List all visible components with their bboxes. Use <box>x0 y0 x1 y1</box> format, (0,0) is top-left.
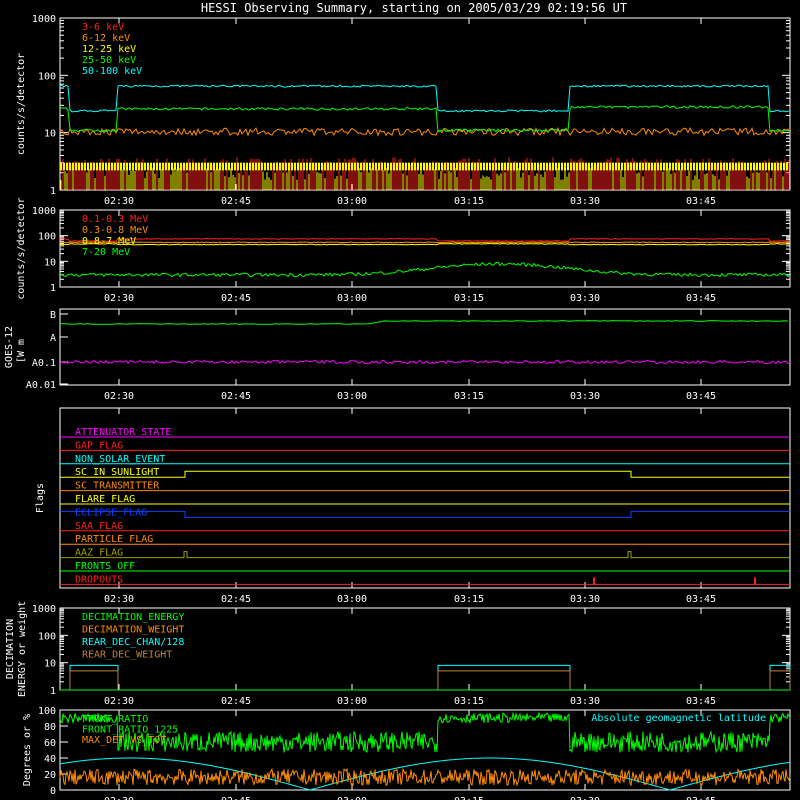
time-tick-label: 02:45 <box>221 391 251 402</box>
time-tick-label: 03:15 <box>454 696 484 707</box>
legend-entry: DECIMATION_ENERGY <box>82 612 184 623</box>
time-tick-label: 03:45 <box>686 391 716 402</box>
time-tick-label: 03:00 <box>337 391 367 402</box>
time-tick-label: 02:45 <box>221 696 251 707</box>
legend-entry: 0.3-0.8 MeV <box>82 225 148 236</box>
flag-label: ATTENUATOR_STATE <box>75 427 171 438</box>
y-tick-label: 10 <box>44 659 56 670</box>
y-tick-label: B <box>50 310 56 321</box>
time-tick-label: 02:30 <box>104 391 134 402</box>
y-axis-label: Degrees or % <box>22 714 33 786</box>
flag-label: SC_TRANSMITTER <box>75 481 160 492</box>
time-tick-label: 03:45 <box>686 696 716 707</box>
time-tick-label: 03:15 <box>454 796 484 800</box>
time-tick-label: 03:15 <box>454 594 484 605</box>
y-axis-label-2: ENERGY or weight <box>17 601 28 697</box>
y-tick-label: A0.1 <box>32 358 56 369</box>
time-tick-label: 03:00 <box>337 594 367 605</box>
legend-entry: DECIMATION_WEIGHT <box>82 625 184 636</box>
flag-label: GAP_FLAG <box>75 440 123 451</box>
time-tick-label: 03:30 <box>570 196 600 207</box>
y-axis-label: Flags <box>35 483 46 513</box>
time-tick-label: 03:00 <box>337 293 367 304</box>
hessi-summary-figure: HESSI Observing Summary, starting on 200… <box>0 0 800 800</box>
flag-label: FLARE_FLAG <box>75 494 135 505</box>
y-tick-label: 1 <box>50 186 56 197</box>
time-tick-label: 02:45 <box>221 796 251 800</box>
y-tick-label: 1 <box>50 686 56 697</box>
y-tick-label: 1000 <box>32 604 56 615</box>
time-tick-label: 03:30 <box>570 594 600 605</box>
time-tick-label: 03:15 <box>454 293 484 304</box>
legend-entry: 6-12 keV <box>82 33 130 44</box>
time-tick-label: 02:30 <box>104 293 134 304</box>
flag-label: DROPOUTS <box>75 574 123 585</box>
legend-entry: FRONT_RATIO_1225 <box>82 725 178 736</box>
y-axis-label-units: [W m <box>16 339 27 363</box>
time-tick-label: 02:30 <box>104 696 134 707</box>
y-tick-label: 10 <box>44 129 56 140</box>
time-tick-label: 02:45 <box>221 594 251 605</box>
y-tick-label: 60 <box>44 738 56 749</box>
flag-label: FRONTS_OFF <box>75 561 135 572</box>
legend-entry: REAR_DEC_CHAN/128 <box>82 637 184 648</box>
time-tick-label: 03:30 <box>570 293 600 304</box>
time-tick-label: 03:15 <box>454 196 484 207</box>
legend-entry: 25-50 keV <box>82 55 136 66</box>
time-tick-label: 03:00 <box>337 796 367 800</box>
time-tick-label: 03:30 <box>570 796 600 800</box>
flag-label: SAA_FLAG <box>75 521 123 532</box>
y-tick-label: 80 <box>44 722 56 733</box>
time-tick-label: 03:00 <box>337 196 367 207</box>
y-tick-label: 100 <box>38 71 56 82</box>
y-tick-label: 1000 <box>32 14 56 25</box>
time-tick-label: 02:30 <box>104 796 134 800</box>
time-tick-label: 03:30 <box>570 391 600 402</box>
time-tick-label: 03:30 <box>570 696 600 707</box>
time-tick-label: 03:15 <box>454 391 484 402</box>
time-tick-label: 03:45 <box>686 293 716 304</box>
flag-label: SC_IN_SUNLIGHT <box>75 467 159 478</box>
series-1 <box>59 241 790 244</box>
time-tick-label: 02:45 <box>221 196 251 207</box>
y-axis-label: counts/s/detector <box>16 53 27 155</box>
y-axis-label: GOES-12 <box>4 326 15 368</box>
y-tick-label: 0 <box>50 786 56 797</box>
legend-entry: FRONT_RATIO <box>82 714 148 725</box>
time-tick-label: 02:30 <box>104 196 134 207</box>
y-tick-label: 10 <box>44 257 56 268</box>
y-axis-label: counts/s/detector <box>16 197 27 299</box>
legend-entry: REAR_DEC_WEIGHT <box>82 650 172 661</box>
y-axis-label: DECIMATION <box>5 619 16 679</box>
y-tick-label: A <box>50 333 56 344</box>
legend-entry: 3-6 keV <box>82 22 124 33</box>
y-tick-label: 100 <box>38 232 56 243</box>
time-tick-label: 03:45 <box>686 196 716 207</box>
annotation-geomagnetic-latitude: Absolute geomagnetic latitude <box>591 713 766 724</box>
flag-label: PARTICLE_FLAG <box>75 534 153 545</box>
time-tick-label: 03:45 <box>686 594 716 605</box>
legend-entry: 7-20 MeV <box>82 247 130 258</box>
time-tick-label: 02:30 <box>104 594 134 605</box>
y-tick-label: 20 <box>44 770 56 781</box>
figure-title: HESSI Observing Summary, starting on 200… <box>201 1 627 15</box>
legend-entry: 0.1-0.3 MeV <box>82 214 148 225</box>
time-tick-label: 03:45 <box>686 796 716 800</box>
legend-entry: MAX_DET_VS_TOT <box>82 735 166 746</box>
y-tick-label: 1000 <box>32 206 56 217</box>
time-tick-label: 03:00 <box>337 696 367 707</box>
y-tick-label: 1 <box>50 283 56 294</box>
y-tick-label: 100 <box>38 706 56 717</box>
flag-label: AAZ_FLAG <box>75 548 123 559</box>
flag-label: NON_SOLAR_EVENT <box>75 454 165 465</box>
legend-entry: 12-25 keV <box>82 44 136 55</box>
flag-label: ECLIPSE_FLAG <box>75 507 147 518</box>
y-tick-label: A0.01 <box>26 380 56 391</box>
legend-entry: 0.8-7 MeV <box>82 236 136 247</box>
time-tick-label: 02:45 <box>221 293 251 304</box>
y-tick-label: 100 <box>38 631 56 642</box>
legend-entry: 50-100 keV <box>82 66 142 77</box>
y-tick-label: 40 <box>44 754 56 765</box>
